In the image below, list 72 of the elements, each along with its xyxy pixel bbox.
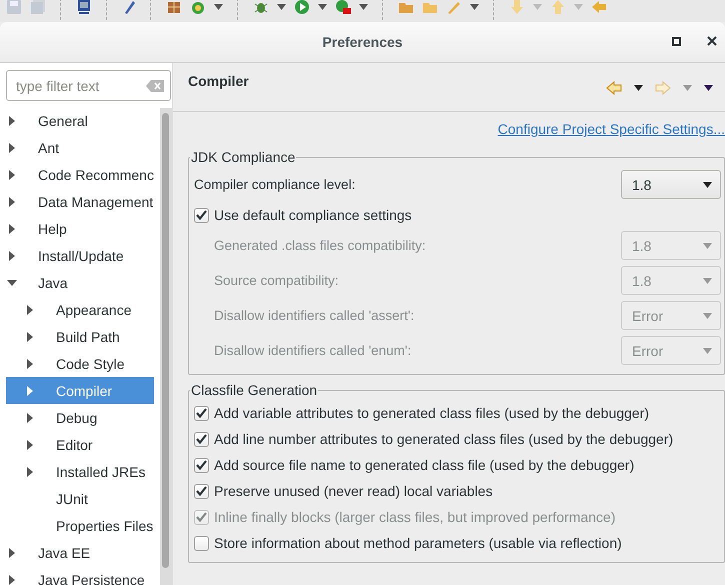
expander-icon[interactable] — [7, 142, 17, 154]
checkbox[interactable] — [194, 536, 209, 550]
expander-icon[interactable] — [25, 384, 35, 396]
expander-icon[interactable] — [25, 304, 35, 316]
expander-icon[interactable] — [25, 358, 35, 370]
expander-icon[interactable] — [7, 222, 17, 234]
caret-icon[interactable] — [359, 4, 368, 10]
expander-icon[interactable] — [25, 466, 35, 478]
expander-icon[interactable] — [7, 546, 17, 558]
expander-icon[interactable] — [7, 574, 17, 585]
maximize-icon[interactable] — [672, 36, 681, 46]
checkbox-label[interactable]: Store information about method parameters (usable via reflection) — [214, 535, 622, 551]
expander-icon[interactable] — [6, 278, 18, 288]
filter-field[interactable]: type filter text — [6, 70, 171, 101]
caret-icon[interactable] — [277, 4, 286, 10]
window-title: Preferences — [322, 34, 403, 50]
tree-item[interactable]: JUnit — [0, 485, 154, 512]
menu-caret-icon[interactable] — [704, 85, 713, 91]
tree-item[interactable]: Java EE — [0, 539, 154, 566]
tree-item[interactable]: Editor — [0, 431, 154, 458]
expander-icon[interactable] — [7, 168, 17, 180]
tree-item[interactable]: Installed JREs — [0, 458, 154, 485]
expander-icon[interactable] — [25, 330, 35, 342]
bug-icon[interactable] — [253, 0, 269, 15]
expander-icon[interactable] — [7, 196, 17, 208]
expander-icon[interactable] — [25, 412, 35, 424]
checkbox-label[interactable]: Add line number attributes to generated class files (used by the debugger) — [214, 431, 674, 447]
expander-icon[interactable] — [7, 114, 17, 126]
tree-item[interactable]: Ant — [0, 134, 154, 161]
expander-icon[interactable] — [25, 438, 35, 450]
tree-item[interactable]: Java — [0, 269, 154, 296]
tree-item[interactable]: Build Path — [0, 323, 154, 350]
tree-item[interactable]: Data Management — [0, 188, 154, 215]
back-arrow-icon[interactable] — [606, 81, 622, 95]
field-label: Compiler compliance level: — [194, 177, 356, 192]
checkbox-label[interactable]: Use default compliance settings — [214, 207, 412, 223]
dropdown[interactable]: 1.8 — [621, 170, 721, 199]
caret-icon[interactable] — [470, 4, 479, 10]
checkbox[interactable] — [194, 406, 209, 420]
checkbox[interactable] — [194, 208, 209, 222]
group-title: Classfile Generation — [190, 382, 318, 398]
group-title: JDK Compliance — [190, 149, 296, 165]
field-label: Disallow identifiers called 'assert': — [213, 308, 414, 323]
tree-item[interactable]: Appearance — [0, 296, 154, 323]
tree-item[interactable]: Properties Files — [0, 512, 154, 539]
tree-item[interactable]: General — [0, 107, 154, 134]
checkbox[interactable] — [194, 432, 209, 446]
tree-item[interactable]: Debug — [0, 404, 154, 431]
configure-link[interactable]: Configure Project Specific Settings... — [498, 121, 725, 137]
checkbox[interactable] — [194, 484, 209, 498]
field-label: Disallow identifiers called 'enum': — [213, 343, 412, 358]
tree-item[interactable]: Code Recommenc — [0, 161, 154, 188]
checkbox[interactable] — [194, 458, 209, 472]
caret-icon[interactable] — [634, 85, 643, 91]
close-icon[interactable] — [707, 36, 717, 46]
caret-icon[interactable] — [703, 182, 712, 188]
checkbox-label[interactable]: Preserve unused (never read) local variables — [214, 483, 493, 499]
expander-icon[interactable] — [7, 250, 17, 262]
tree-item[interactable]: Install/Update — [0, 242, 154, 269]
checkbox-label[interactable]: Add source file name to generated class file (used by the debugger) — [214, 457, 634, 473]
monitor-icon[interactable] — [76, 0, 92, 15]
field-label: Source compatibility: — [213, 273, 339, 288]
caret-icon[interactable] — [214, 4, 223, 10]
scrollbar[interactable] — [160, 108, 172, 585]
play-icon[interactable] — [294, 0, 310, 15]
tree-item[interactable]: Code Style — [0, 350, 154, 377]
field-label: Generated .class files compatibility: — [213, 238, 426, 253]
tree-item[interactable]: Help — [0, 215, 154, 242]
tree-item[interactable]: Java Persistence — [0, 566, 154, 585]
page-title: Compiler — [188, 73, 249, 91]
caret-icon[interactable] — [318, 4, 327, 10]
checkbox-label[interactable]: Add variable attributes to generated class files (used by the debugger) — [214, 405, 650, 421]
